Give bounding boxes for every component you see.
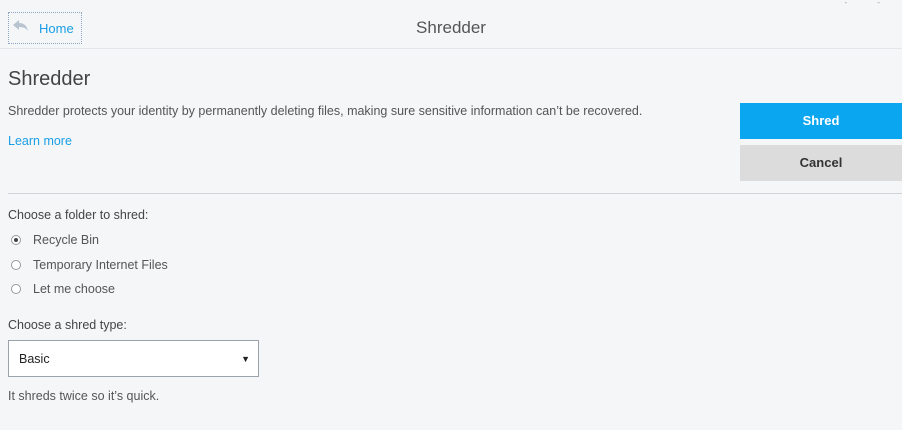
page-title: Shredder — [8, 68, 91, 90]
radio-label: Recycle Bin — [33, 233, 99, 247]
radio-label: Let me choose — [33, 282, 115, 296]
shred-type-hint: It shreds twice so it’s quick. — [8, 389, 160, 403]
radio-temporary-internet-files[interactable]: Temporary Internet Files — [11, 258, 168, 272]
folder-section-label: Choose a folder to shred: — [8, 208, 149, 222]
shred-type-select[interactable]: Basic ▼ — [8, 340, 259, 377]
dropdown-arrow-icon: ▼ — [241, 353, 250, 364]
radio-button[interactable] — [11, 260, 21, 270]
radio-button[interactable] — [11, 235, 21, 245]
section-divider — [8, 193, 902, 194]
cancel-button[interactable]: Cancel — [740, 145, 902, 181]
shred-type-label: Choose a shred type: — [8, 318, 127, 332]
shred-button[interactable]: Shred — [740, 103, 902, 139]
radio-let-me-choose[interactable]: Let me choose — [11, 282, 115, 296]
shred-type-value: Basic — [19, 351, 50, 366]
window-controls[interactable]: - - — [844, 0, 894, 7]
radio-recycle-bin[interactable]: Recycle Bin — [11, 233, 99, 247]
description: Shredder protects your identity by perma… — [8, 104, 643, 118]
learn-more-link[interactable]: Learn more — [8, 134, 72, 148]
radio-button[interactable] — [11, 284, 21, 294]
top-bar: Home Shredder - - — [0, 0, 902, 49]
window-title: Shredder — [416, 18, 486, 37]
radio-label: Temporary Internet Files — [33, 258, 168, 272]
